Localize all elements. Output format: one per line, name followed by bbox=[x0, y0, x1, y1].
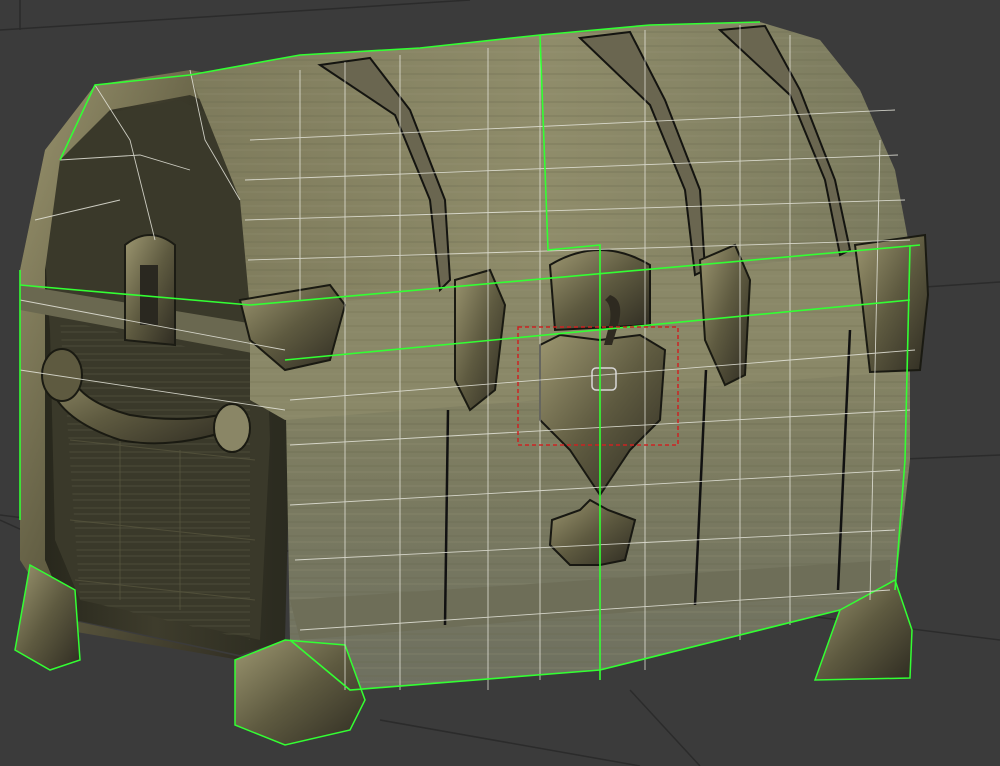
chest-foot-front-left[interactable] bbox=[234, 639, 366, 746]
viewport-canvas[interactable] bbox=[0, 0, 1000, 766]
3d-viewport[interactable] bbox=[0, 0, 1000, 766]
side-hasp[interactable] bbox=[124, 234, 176, 347]
